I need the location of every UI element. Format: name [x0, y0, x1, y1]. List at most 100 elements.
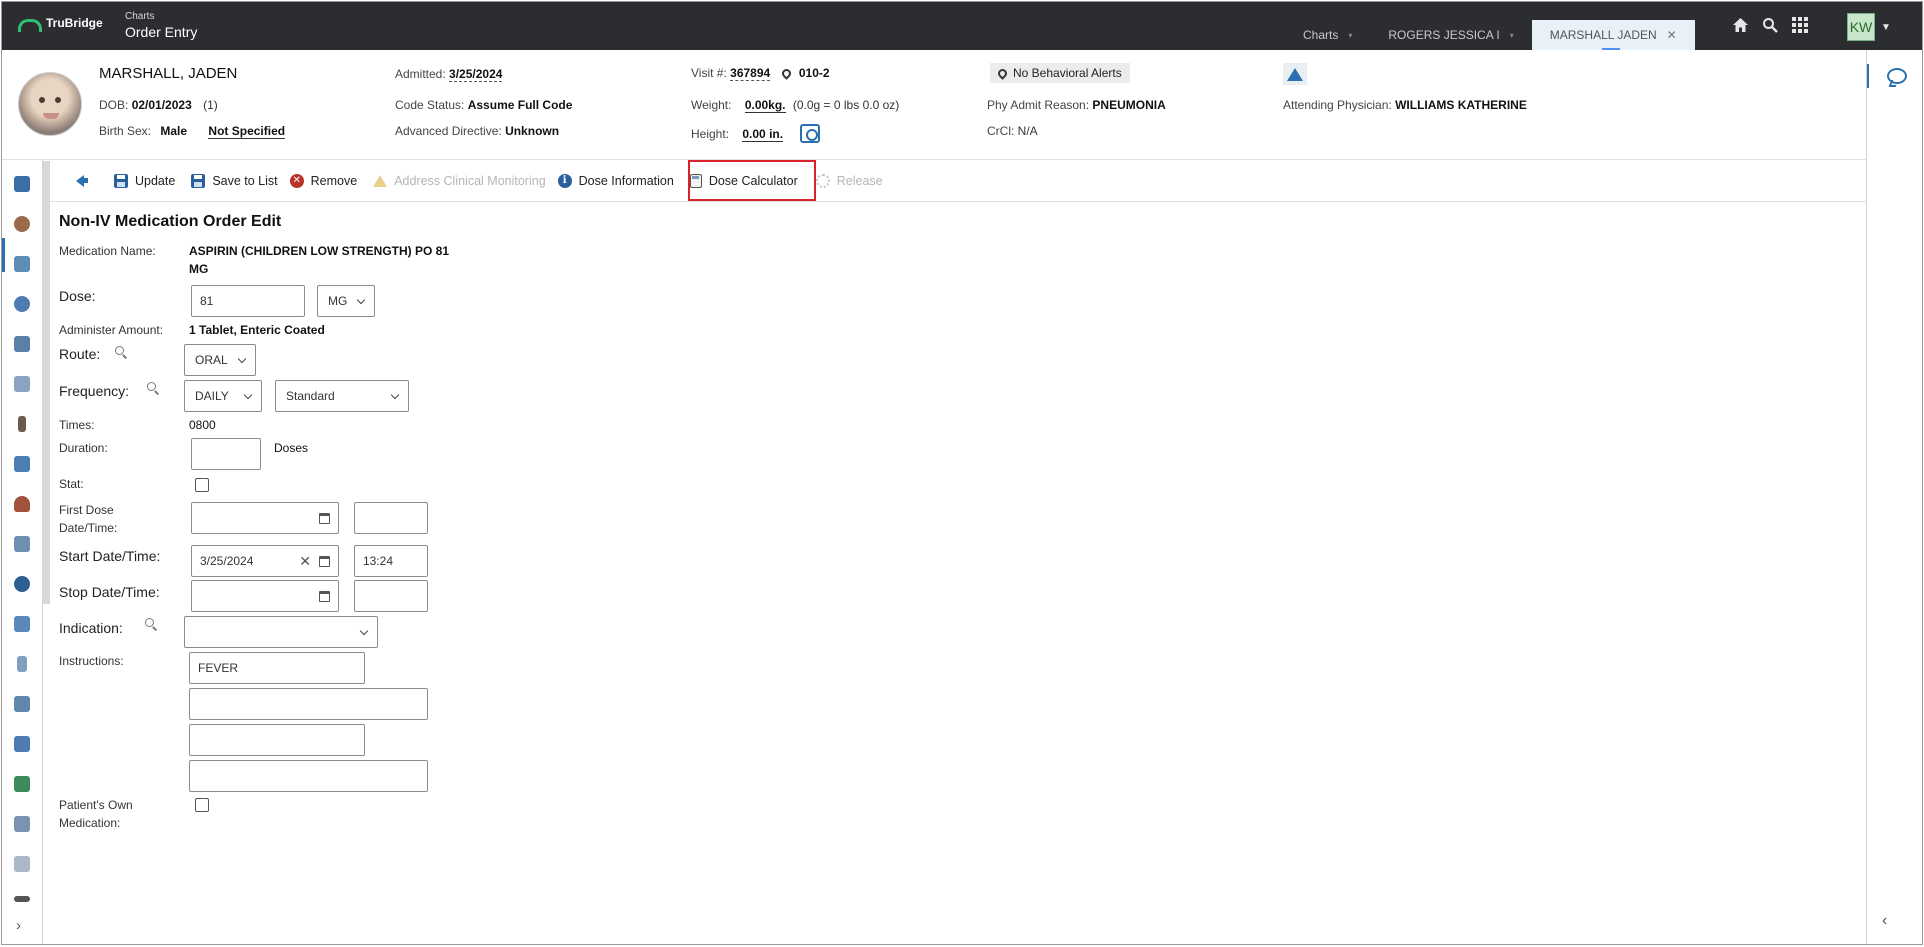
nav-refresh-icon[interactable]	[14, 736, 30, 752]
chevron-left-icon[interactable]: ‹	[1882, 912, 1887, 930]
address-clinical-monitoring-label: Address Clinical Monitoring	[394, 173, 546, 188]
patients-own-medication-label: Patient's Own Medication:	[59, 798, 133, 830]
scrollbar[interactable]	[43, 161, 50, 604]
stat-label: Stat:	[59, 477, 84, 491]
instructions-input-2[interactable]	[189, 688, 428, 720]
nav-world-icon[interactable]	[14, 576, 30, 592]
nav-device-icon[interactable]	[18, 416, 26, 432]
calendar-icon[interactable]	[319, 590, 330, 602]
start-date-value: 3/25/2024	[200, 554, 254, 568]
scale-icon[interactable]	[800, 124, 821, 143]
instructions-input-1[interactable]: FEVER	[189, 652, 365, 684]
tab-label: Charts	[1303, 28, 1339, 42]
tab-marshall-jaden[interactable]: MARSHALL JADEN ✕	[1531, 20, 1695, 50]
location-pin-icon	[779, 67, 793, 80]
start-date-input[interactable]: 3/25/2024 ✕	[191, 545, 339, 577]
instructions-label: Instructions:	[59, 654, 124, 668]
chat-icon[interactable]	[1887, 68, 1907, 84]
first-dose-time-input[interactable]	[354, 502, 428, 534]
back-arrow-icon[interactable]	[74, 173, 90, 189]
nav-document-icon[interactable]	[14, 376, 30, 392]
patients-own-medication-checkbox[interactable]	[195, 798, 209, 812]
indication-lookup-icon[interactable]	[145, 618, 154, 627]
nav-check-icon[interactable]	[14, 776, 30, 792]
calendar-icon[interactable]	[319, 555, 330, 567]
nav-notes-icon[interactable]	[14, 536, 30, 552]
phy-admit-reason-value: PNEUMONIA	[1092, 98, 1166, 112]
address-clinical-monitoring-button[interactable]: Address Clinical Monitoring	[367, 161, 551, 201]
height-value[interactable]: 0.00 in.	[742, 127, 784, 142]
nav-more-icon[interactable]	[14, 896, 30, 902]
frequency-lookup-icon[interactable]	[147, 382, 156, 391]
visit-field: Visit #: 367894 010-2	[691, 66, 830, 81]
frequency-schedule-select[interactable]: Standard	[275, 380, 409, 412]
chevron-down-icon[interactable]: ▾	[1348, 31, 1352, 40]
nav-database-icon[interactable]	[14, 456, 30, 472]
dob-field: DOB: 02/01/2023 (1)	[99, 98, 218, 112]
start-time-input[interactable]: 13:24	[354, 545, 428, 577]
calendar-icon[interactable]	[319, 512, 330, 524]
brand-logo[interactable]: TruBridge	[18, 16, 103, 32]
tab-label: MARSHALL JADEN	[1549, 28, 1657, 42]
tab-charts[interactable]: Charts ▾	[1285, 20, 1370, 50]
close-icon[interactable]: ✕	[1667, 28, 1677, 42]
weight-value[interactable]: 0.00kg.	[744, 98, 786, 113]
nav-globe-icon[interactable]	[14, 296, 30, 312]
dose-unit-select[interactable]: MG	[317, 285, 375, 317]
admitted-value[interactable]: 3/25/2024	[449, 67, 503, 82]
stop-time-input[interactable]	[354, 580, 428, 612]
behavioral-alerts-badge[interactable]: No Behavioral Alerts	[990, 63, 1130, 83]
warning-icon	[373, 174, 388, 187]
instructions-input-3[interactable]	[189, 724, 365, 756]
apps-grid-icon[interactable]	[1790, 15, 1810, 35]
chevron-down-icon	[359, 626, 369, 635]
phy-admit-reason-field: Phy Admit Reason: PNEUMONIA	[987, 98, 1166, 112]
breadcrumb[interactable]: Charts	[125, 12, 197, 22]
home-icon[interactable]	[1730, 15, 1750, 35]
tab-rogers-jessica[interactable]: ROGERS JESSICA I ▾	[1370, 20, 1531, 50]
duration-input[interactable]	[191, 438, 261, 470]
release-button[interactable]: Release	[810, 161, 889, 201]
medication-name-value-cont: MG	[189, 262, 209, 276]
update-button[interactable]: Update	[108, 161, 181, 201]
patient-first-name: , JADEN	[179, 65, 238, 82]
route-select[interactable]: ORAL	[184, 344, 256, 376]
dose-information-button[interactable]: i Dose Information	[552, 161, 680, 201]
dose-input[interactable]: 81	[191, 285, 305, 317]
nav-vitals-icon[interactable]	[14, 216, 30, 232]
nav-print-icon[interactable]	[14, 336, 30, 352]
chevron-right-icon[interactable]: ›	[16, 917, 21, 934]
warning-triangle-icon[interactable]	[1283, 63, 1307, 85]
first-dose-date-input[interactable]	[191, 502, 339, 534]
birth-sex-field: Birth Sex: Male Not Specified	[99, 124, 286, 139]
code-status-label: Code Status:	[395, 98, 465, 112]
nav-flask-icon[interactable]	[17, 656, 27, 672]
clear-icon[interactable]: ✕	[299, 553, 311, 570]
nav-person-icon[interactable]	[14, 496, 30, 512]
instructions-input-4[interactable]	[189, 760, 428, 792]
nav-chart-icon[interactable]	[14, 176, 30, 192]
nav-add-icon[interactable]	[14, 616, 30, 632]
stop-date-input[interactable]	[191, 580, 339, 612]
indication-select[interactable]	[184, 616, 378, 648]
dob-label: DOB:	[99, 98, 129, 112]
user-menu[interactable]: KW ▼	[1847, 13, 1891, 41]
nav-transfer-icon[interactable]	[14, 696, 30, 712]
nav-order-entry-icon[interactable]	[14, 256, 30, 272]
nav-report-icon[interactable]	[14, 856, 30, 872]
remove-icon: ✕	[289, 173, 304, 188]
save-to-list-button[interactable]: Save to List	[185, 161, 283, 201]
gender-identity-link[interactable]: Not Specified	[208, 124, 286, 139]
stat-checkbox[interactable]	[195, 478, 209, 492]
medication-name-value: ASPIRIN (CHILDREN LOW STRENGTH) PO 81	[189, 244, 450, 258]
search-icon[interactable]	[1760, 15, 1780, 35]
frequency-select[interactable]: DAILY	[184, 380, 262, 412]
visit-number[interactable]: 367894	[730, 66, 771, 81]
remove-button[interactable]: ✕ Remove	[284, 161, 364, 201]
patient-photo[interactable]	[18, 72, 82, 136]
phy-admit-reason-label: Phy Admit Reason:	[987, 98, 1090, 112]
nav-chart-notes-icon[interactable]	[14, 816, 30, 832]
route-lookup-icon[interactable]	[115, 346, 124, 355]
attending-label: Attending Physician:	[1283, 98, 1392, 112]
chevron-down-icon[interactable]: ▾	[1510, 31, 1514, 40]
